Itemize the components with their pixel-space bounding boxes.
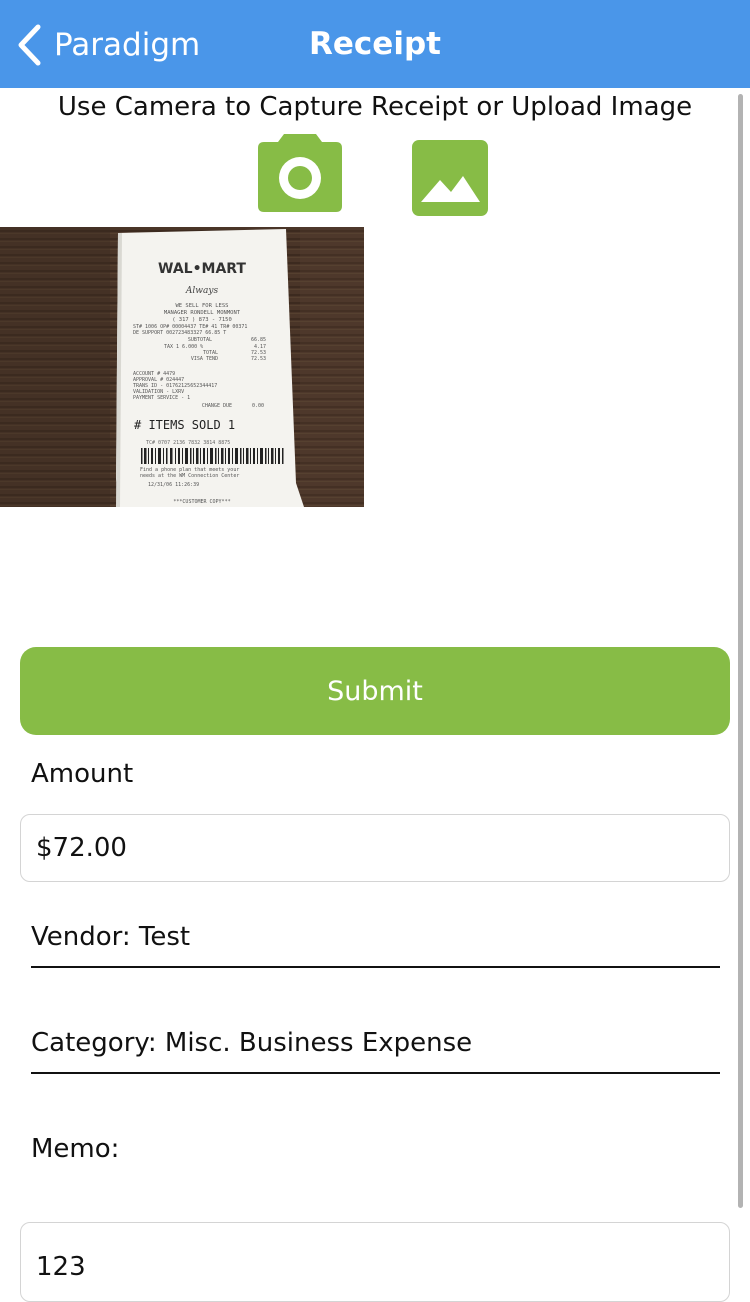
nav-bar: Paradigm Receipt [0, 0, 750, 88]
receipt-change-value: 0.00 [252, 403, 264, 409]
camera-icon [258, 134, 342, 212]
amount-label: Amount [31, 759, 134, 789]
receipt-line: DE SUPPORT 002723483327 66.85 T [133, 330, 226, 336]
receipt-items-sold: # ITEMS SOLD 1 [134, 418, 235, 432]
receipt-copy-label: ***CUSTOMER COPY*** [173, 499, 230, 505]
receipt-tax-label: TAX 1 6.000 % [164, 344, 203, 350]
camera-button[interactable] [258, 134, 342, 212]
receipt-date: 12/31/06 11:26:39 [148, 482, 199, 488]
receipt-line: PAYMENT SERVICE - 1 [133, 395, 190, 401]
receipt-change-label: CHANGE DUE [202, 403, 232, 409]
memo-input[interactable]: 123 [20, 1222, 730, 1302]
receipt-barcode [140, 448, 286, 464]
image-icon [412, 140, 488, 216]
page-title: Receipt [309, 26, 441, 62]
memo-label: Memo: [31, 1134, 120, 1164]
receipt-manager: MANAGER RONDELL MONMONT [164, 310, 241, 316]
submit-button[interactable]: Submit [20, 647, 730, 735]
receipt-slogan: Always [185, 286, 219, 296]
receipt-subtotal-label: SUBTOTAL [188, 337, 212, 343]
back-button-label: Paradigm [54, 27, 201, 63]
receipt-visa-value: 72.53 [251, 356, 266, 362]
receipt-visa-label: VISA TEND [191, 356, 218, 362]
receipt-phone: ( 317 ) 873 - 7150 [172, 317, 232, 323]
category-select[interactable]: Category: Misc. Business Expense [31, 1028, 720, 1074]
capture-instructions: Use Camera to Capture Receipt or Upload … [57, 92, 693, 122]
vendor-select[interactable]: Vendor: Test [31, 922, 720, 968]
receipt-subtotal-value: 66.85 [251, 337, 266, 343]
upload-image-button[interactable] [412, 140, 488, 216]
receipt-image: WAL•MART Always WE SELL FOR LESS MANAGER… [0, 227, 364, 507]
chevron-left-icon [16, 24, 42, 66]
amount-input[interactable]: $72.00 [20, 814, 730, 882]
receipt-tagline: WE SELL FOR LESS [176, 303, 229, 309]
receipt-line: needs at the WM Connection Center [140, 473, 239, 479]
receipt-line: TC# 0707 2136 7832 3814 8875 [146, 440, 230, 446]
scrollbar[interactable] [738, 94, 743, 1208]
back-button[interactable]: Paradigm [16, 24, 200, 66]
receipt-store-name: WAL•MART [158, 261, 246, 277]
